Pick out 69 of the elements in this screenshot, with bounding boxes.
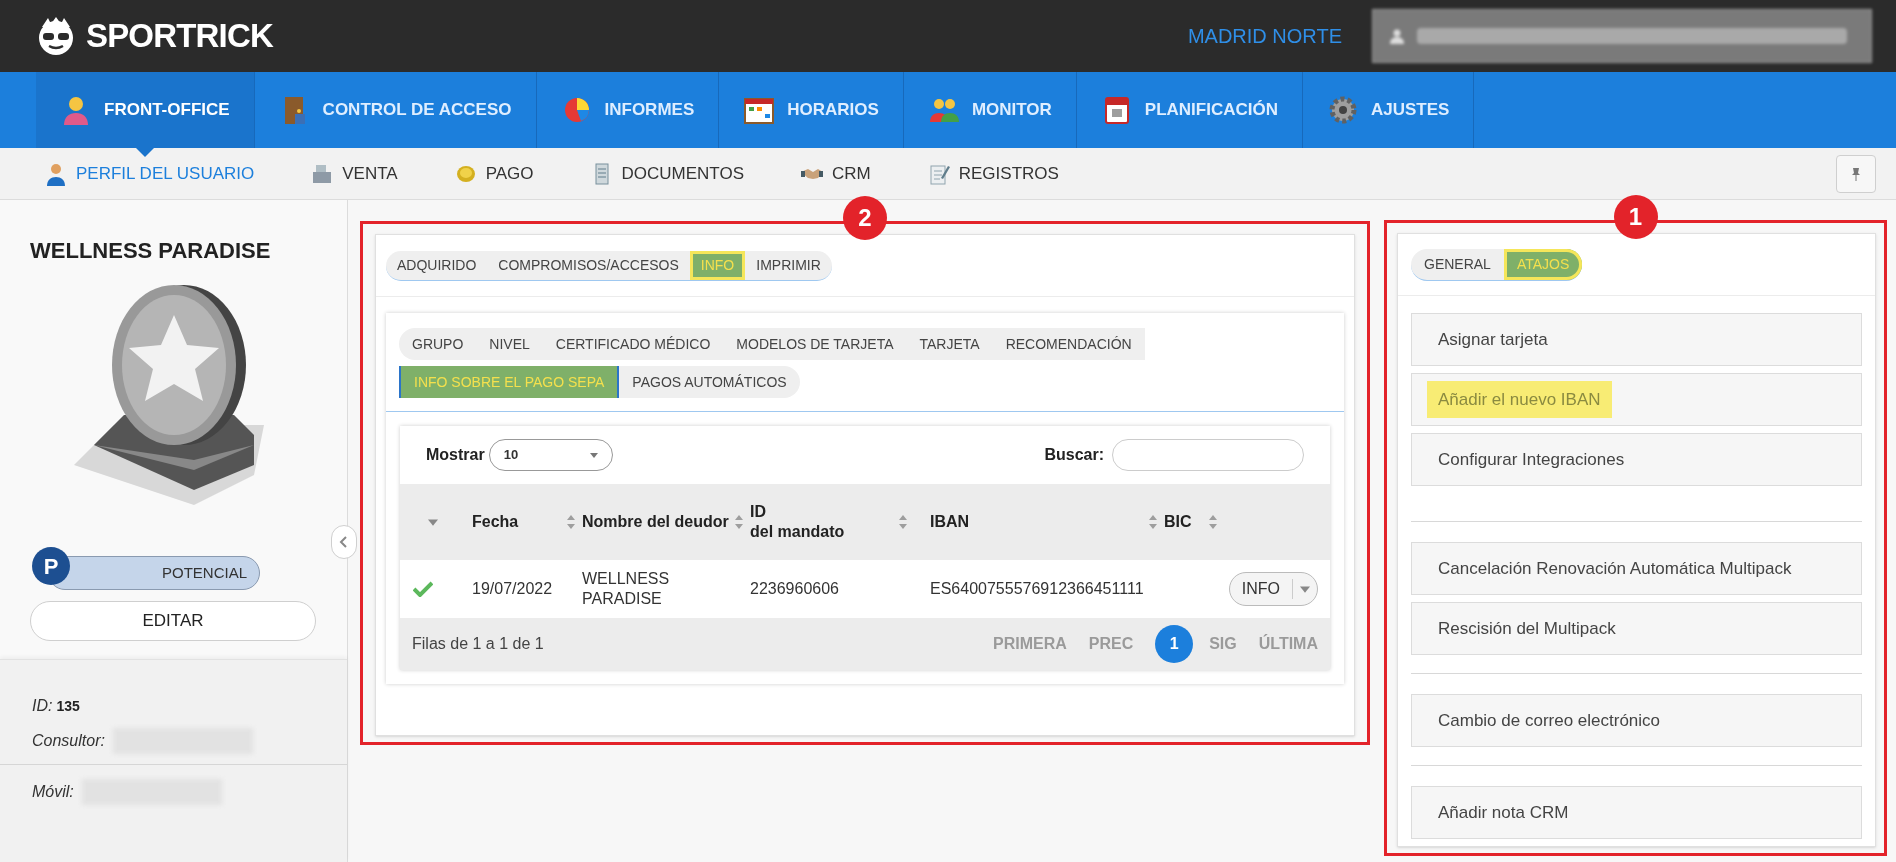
table-cell-text: ES6400755576912366451111 <box>930 579 1145 599</box>
column-header[interactable]: Nombre del deudor <box>582 512 729 532</box>
shortcut-label: Añadir nota CRM <box>1437 801 1570 824</box>
location-link[interactable]: MADRID NORTE <box>1187 21 1342 51</box>
search-field[interactable] <box>1112 439 1304 471</box>
collapse-button[interactable] <box>331 525 357 559</box>
sort-icon[interactable] <box>1148 514 1158 530</box>
shortcut-item[interactable]: Cancelación Renovación Automática Multipack <box>1411 542 1862 595</box>
shortcut-item[interactable]: Cambio de correo electrónico <box>1411 694 1862 747</box>
caret-icon[interactable] <box>428 517 438 527</box>
shortcut-item[interactable]: Añadir nota CRM <box>1411 786 1862 839</box>
caret-icon <box>589 451 598 459</box>
sort-icon[interactable] <box>898 514 908 530</box>
user-icon <box>1389 28 1405 44</box>
row-summary: Filas de 1 a 1 de 1 <box>412 634 544 654</box>
logo-text: SPORTRICK <box>86 16 273 57</box>
pin-button[interactable] <box>1836 154 1876 193</box>
sub-nav-tab[interactable]: REGISTROS <box>926 160 1059 187</box>
shortcut-item[interactable]: Asignar tarjeta <box>1411 313 1862 366</box>
column-header[interactable]: ID del mandato <box>750 502 845 542</box>
tab[interactable]: TARJETA <box>906 328 993 360</box>
page-link[interactable]: 1 <box>1155 625 1194 663</box>
shortcut-label: Añadir el nuevo IBAN <box>1427 380 1612 419</box>
caret-icon <box>1300 584 1310 594</box>
shortcut-label: Rescisión del Multipack <box>1437 617 1617 640</box>
sort-icon[interactable] <box>566 514 576 530</box>
shortcut-label: Asignar tarjeta <box>1437 328 1549 351</box>
tab[interactable]: GENERAL <box>1411 248 1504 280</box>
tab[interactable]: MODELOS DE TARJETA <box>723 328 907 360</box>
table-cell-text: WELLNESS PARADISE <box>582 569 671 609</box>
table-cell-text: 2236960606 <box>750 579 840 599</box>
profile-name: WELLNESS PARADISE <box>30 237 272 265</box>
chevron-left-icon <box>338 536 350 548</box>
tab[interactable]: GRUPO <box>399 328 477 360</box>
detail-label: ID: <box>32 696 53 716</box>
sort-icon[interactable] <box>1208 514 1218 530</box>
tab[interactable]: COMPROMISOS/ACCESOS <box>487 250 690 280</box>
sub-nav-tab[interactable]: PAGO <box>453 160 534 187</box>
user-email-field[interactable] <box>1372 9 1872 63</box>
sub-nav-tab[interactable]: DOCUMENTOS <box>589 160 744 187</box>
column-header[interactable]: Fecha <box>472 512 519 532</box>
sub-nav-tab[interactable]: CRM <box>800 160 871 187</box>
detail-value: 135 <box>56 696 80 716</box>
detail-label: Consultor: <box>32 731 105 751</box>
table-cell-text: 19/07/2022 <box>472 579 554 599</box>
tab[interactable]: ADQUIRIDO <box>386 250 488 280</box>
status-badge: P <box>32 547 70 585</box>
gear-icon <box>1327 94 1359 126</box>
edit-button[interactable]: EDITAR <box>30 601 316 641</box>
sub-nav-tab[interactable]: PERFIL DEL USUARIO <box>44 160 255 187</box>
show-label: Mostrar <box>426 445 485 465</box>
sort-icon[interactable] <box>734 514 744 530</box>
sub-nav-tab[interactable]: VENTA <box>310 160 398 187</box>
shortcut-label: Cancelación Renovación Automática Multipack <box>1437 557 1793 580</box>
tab[interactable]: NIVEL <box>476 328 543 360</box>
shortcut-label: Configurar Integraciones <box>1437 448 1626 471</box>
tab[interactable]: RECOMENDACIÓN <box>992 328 1145 360</box>
shortcut-item[interactable]: Configurar Integraciones <box>1411 433 1862 486</box>
tab[interactable]: PAGOS AUTOMÁTICOS <box>619 366 800 398</box>
column-header[interactable]: IBAN <box>930 512 970 532</box>
info-dropdown-button[interactable]: INFO <box>1228 572 1318 606</box>
tab[interactable]: IMPRIMIR <box>745 250 832 280</box>
shortcut-label: Cambio de correo electrónico <box>1437 709 1662 732</box>
search-label: Buscar: <box>1044 445 1104 465</box>
detail-label: Móvil: <box>32 782 74 802</box>
column-header[interactable]: BIC <box>1164 512 1192 532</box>
tab[interactable]: CERTIFICADO MÉDICO <box>542 328 724 360</box>
shortcut-item[interactable]: Rescisión del Multipack <box>1411 602 1862 655</box>
person-icon <box>44 161 68 186</box>
